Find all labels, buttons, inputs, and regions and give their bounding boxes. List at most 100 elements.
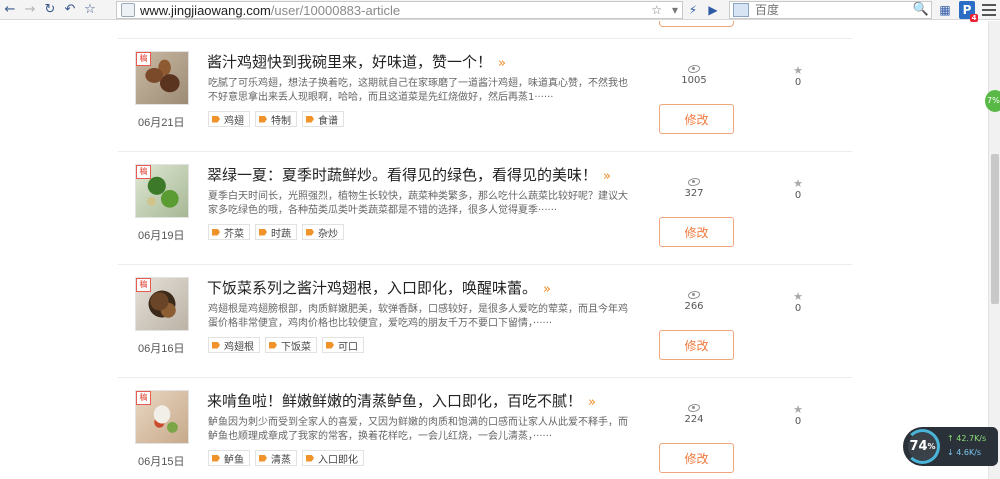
search-input[interactable] — [755, 3, 915, 17]
side-float-widget[interactable]: 7% — [985, 90, 1000, 112]
play-icon[interactable]: ▶ — [704, 1, 722, 19]
menu-icon[interactable] — [982, 2, 996, 18]
usage-ring: 74% — [905, 429, 940, 464]
view-count: 327 — [678, 178, 710, 199]
edit-button[interactable]: 修改 — [659, 443, 734, 473]
network-monitor-widget[interactable]: 74% ↑ 42.7K/s ↓ 4.6K/s — [903, 427, 998, 466]
tag-icon — [212, 115, 220, 123]
extensions-grid-icon[interactable]: ▦ — [936, 1, 954, 19]
like-count: ★ 0 — [790, 177, 806, 202]
tag[interactable]: 杂炒 — [302, 224, 344, 240]
address-bar[interactable]: www.jingjiaowang.com/user/10000883-artic… — [116, 1, 683, 19]
search-bar[interactable]: 🔍 — [729, 1, 932, 19]
eye-icon — [688, 404, 700, 412]
extension-p-icon[interactable]: P4 — [959, 1, 978, 22]
article-title[interactable]: 来啃鱼啦！鲜嫩鲜嫩的清蒸鲈鱼，入口即化，百吃不腻！» — [207, 390, 596, 411]
reload-icon[interactable]: ↻ — [40, 0, 60, 20]
tag-icon — [306, 115, 314, 123]
tag-icon — [212, 228, 220, 236]
tag-list: 鲈鱼 清蒸 入口即化 — [208, 450, 364, 466]
view-count: 1005 — [678, 65, 710, 86]
search-engine-icon[interactable] — [733, 3, 749, 17]
article-summary: 鲈鱼因为刺少而受到全家人的喜爱，又因为鲜嫩的肉质和饱满的口感而让家人从此爱不释手… — [208, 417, 628, 442]
article-summary: 鸡翅根是鸡翅膀根部，肉质鲜嫩肥美，软弹香酥，口感较好，是很多人爱吃的荤菜，而且今… — [208, 304, 628, 329]
article-title[interactable]: 翠绿一夏：夏季时蔬鲜炒。看得见的绿色，看得见的美味！» — [207, 164, 611, 185]
tag[interactable]: 下饭菜 — [265, 337, 317, 353]
article-date: 06月16日 — [138, 343, 185, 355]
bookmark-star-icon[interactable]: ☆ — [80, 0, 100, 20]
tag-list: 芥菜 时蔬 杂炒 — [208, 224, 344, 240]
tag-icon — [212, 454, 220, 462]
chevron-right-icon: » — [588, 395, 596, 410]
article-title[interactable]: 下饭菜系列之酱汁鸡翅根，入口即化，唤醒味蕾。» — [207, 277, 551, 298]
tag-list: 鸡翅 特制 食谱 — [208, 111, 344, 127]
tag[interactable]: 鸡翅 — [208, 111, 250, 127]
article-summary: 吃腻了可乐鸡翅，想法子换着吃，这期就自己在家琢磨了一道酱汁鸡翅，味道真心赞，不然… — [208, 78, 628, 103]
undo-icon[interactable]: ↶ — [60, 0, 80, 20]
tag[interactable]: 特制 — [255, 111, 297, 127]
star-icon: ★ — [793, 290, 803, 303]
dropdown-arrow-icon[interactable]: ▾ — [672, 2, 678, 19]
site-shield-icon — [121, 3, 135, 17]
eye-icon — [688, 65, 700, 73]
list-item: 稿 06月19日 翠绿一夏：夏季时蔬鲜炒。看得见的绿色，看得见的美味！» 夏季白… — [118, 152, 852, 265]
back-arrow-icon[interactable]: ← — [0, 0, 20, 20]
forward-arrow-icon[interactable]: → — [20, 0, 40, 20]
article-thumbnail[interactable]: 稿 — [135, 390, 189, 444]
flash-icon[interactable]: ⚡ — [684, 1, 702, 19]
view-count: 266 — [678, 291, 710, 312]
url-path: /user/10000883-article — [270, 2, 401, 18]
search-icon[interactable]: 🔍 — [913, 2, 929, 17]
url-host: www.jingjiaowang.com — [140, 2, 271, 18]
tag-icon — [259, 454, 267, 462]
article-date: 06月19日 — [138, 230, 185, 242]
article-summary: 夏季白天时间长，光照强烈，植物生长较快，蔬菜种类繁多，那么吃什么蔬菜比较好呢？建… — [208, 191, 628, 216]
draft-badge: 稿 — [136, 52, 151, 66]
edit-button[interactable]: 修改 — [659, 104, 734, 134]
favorite-star-icon[interactable]: ☆ — [651, 2, 662, 19]
tag[interactable]: 食谱 — [302, 111, 344, 127]
edit-button[interactable]: 修改 — [659, 330, 734, 360]
tag-icon — [326, 341, 334, 349]
tag[interactable]: 鸡翅根 — [208, 337, 260, 353]
tag-icon — [306, 454, 314, 462]
article-thumbnail[interactable]: 稿 — [135, 164, 189, 218]
list-item: 稿 06月21日 酱汁鸡翅快到我碗里来，好味道，赞一个！» 吃腻了可乐鸡翅，想法… — [118, 39, 852, 152]
tag[interactable]: 芥菜 — [208, 224, 250, 240]
view-count: 224 — [678, 404, 710, 425]
chevron-right-icon: » — [498, 56, 506, 71]
previous-edit-button[interactable] — [659, 21, 734, 27]
draft-badge: 稿 — [136, 165, 151, 179]
download-rate: ↓ 4.6K/s — [947, 448, 982, 457]
star-icon: ★ — [793, 64, 803, 77]
scrollbar-thumb[interactable] — [991, 154, 999, 304]
list-item: 稿 06月15日 来啃鱼啦！鲜嫩鲜嫩的清蒸鲈鱼，入口即化，百吃不腻！» 鲈鱼因为… — [118, 378, 852, 479]
article-thumbnail[interactable]: 稿 — [135, 51, 189, 105]
tag-icon — [269, 341, 277, 349]
tag-icon — [259, 115, 267, 123]
article-title[interactable]: 酱汁鸡翅快到我碗里来，好味道，赞一个！» — [207, 51, 506, 72]
like-count: ★ 0 — [790, 403, 806, 428]
tag-icon — [259, 228, 267, 236]
tag[interactable]: 时蔬 — [255, 224, 297, 240]
article-date: 06月21日 — [138, 117, 185, 129]
chevron-right-icon: » — [543, 282, 551, 297]
chevron-right-icon: » — [603, 169, 611, 184]
eye-icon — [688, 178, 700, 186]
browser-toolbar: ← → ↻ ↶ ☆ www.jingjiaowang.com/user/1000… — [0, 0, 1000, 22]
network-rates: ↑ 42.7K/s ↓ 4.6K/s — [947, 432, 986, 460]
draft-badge: 稿 — [136, 391, 151, 405]
article-thumbnail[interactable]: 稿 — [135, 277, 189, 331]
eye-icon — [688, 291, 700, 299]
star-icon: ★ — [793, 403, 803, 416]
edit-button[interactable]: 修改 — [659, 217, 734, 247]
star-icon: ★ — [793, 177, 803, 190]
list-item: 稿 06月16日 下饭菜系列之酱汁鸡翅根，入口即化，唤醒味蕾。» 鸡翅根是鸡翅膀… — [118, 265, 852, 378]
tag[interactable]: 可口 — [322, 337, 364, 353]
like-count: ★ 0 — [790, 64, 806, 89]
tag[interactable]: 入口即化 — [302, 450, 364, 466]
draft-badge: 稿 — [136, 278, 151, 292]
tag[interactable]: 鲈鱼 — [208, 450, 250, 466]
tag-list: 鸡翅根 下饭菜 可口 — [208, 337, 364, 353]
tag[interactable]: 清蒸 — [255, 450, 297, 466]
